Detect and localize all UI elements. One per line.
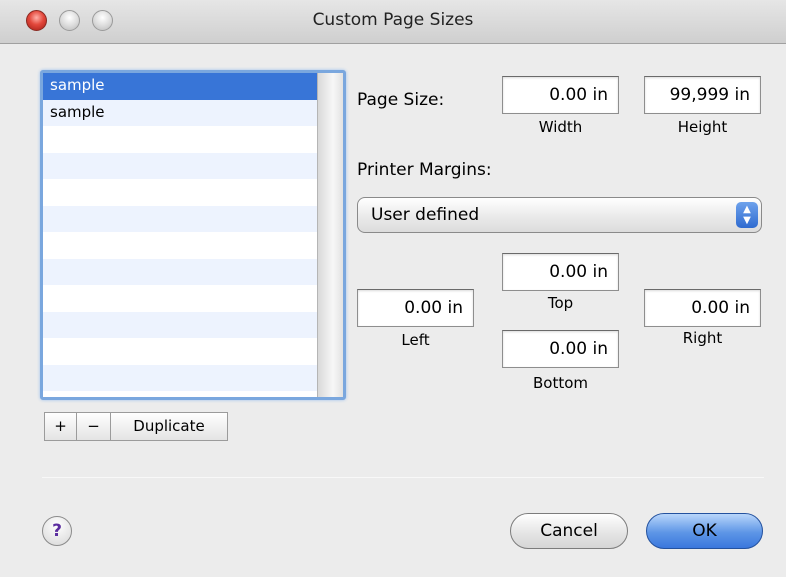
list-item[interactable] [43,205,317,232]
list-item[interactable] [43,338,317,365]
list-item[interactable] [43,179,317,206]
right-margin-field[interactable]: 0.00 in [644,289,761,327]
cancel-button[interactable]: Cancel [510,513,628,549]
left-margin-label: Left [401,331,430,349]
window-title: Custom Page Sizes [312,10,474,30]
margins-popup-value: User defined [371,205,480,225]
top-margin-field[interactable]: 0.00 in [502,253,619,291]
width-label: Width [538,118,583,136]
height-field[interactable]: 99,999 in [644,76,761,114]
left-margin-field[interactable]: 0.00 in [357,289,474,327]
duplicate-button[interactable]: Duplicate [111,412,228,441]
height-label: Height [677,118,728,136]
right-margin-label: Right [682,329,723,347]
page-size-list[interactable]: sample sample [40,70,346,400]
list-rows: sample sample [43,73,317,391]
popup-arrows-icon: ▲ ▼ [736,202,758,228]
list-item[interactable] [43,258,317,285]
footer-divider [42,477,764,478]
list-item[interactable] [43,152,317,179]
list-item[interactable]: sample [43,73,317,100]
list-item[interactable] [43,285,317,312]
list-scrollbar[interactable] [317,73,343,397]
list-item[interactable] [43,126,317,153]
title-bar[interactable]: Custom Page Sizes [0,0,786,44]
help-button[interactable]: ? [42,516,72,546]
list-item[interactable] [43,364,317,391]
width-field[interactable]: 0.00 in [502,76,619,114]
top-margin-label: Top [547,294,574,312]
list-item[interactable] [43,232,317,259]
list-item[interactable]: sample [43,99,317,126]
bottom-margin-label: Bottom [532,374,589,392]
bottom-margin-field[interactable]: 0.00 in [502,330,619,368]
printer-margins-label: Printer Margins: [357,160,492,180]
list-item[interactable] [43,311,317,338]
ok-button[interactable]: OK [646,513,763,549]
add-button[interactable]: + [44,412,77,441]
page-size-label: Page Size: [357,90,445,110]
margins-popup[interactable]: User defined ▲ ▼ [357,197,762,233]
remove-button[interactable]: − [77,412,111,441]
